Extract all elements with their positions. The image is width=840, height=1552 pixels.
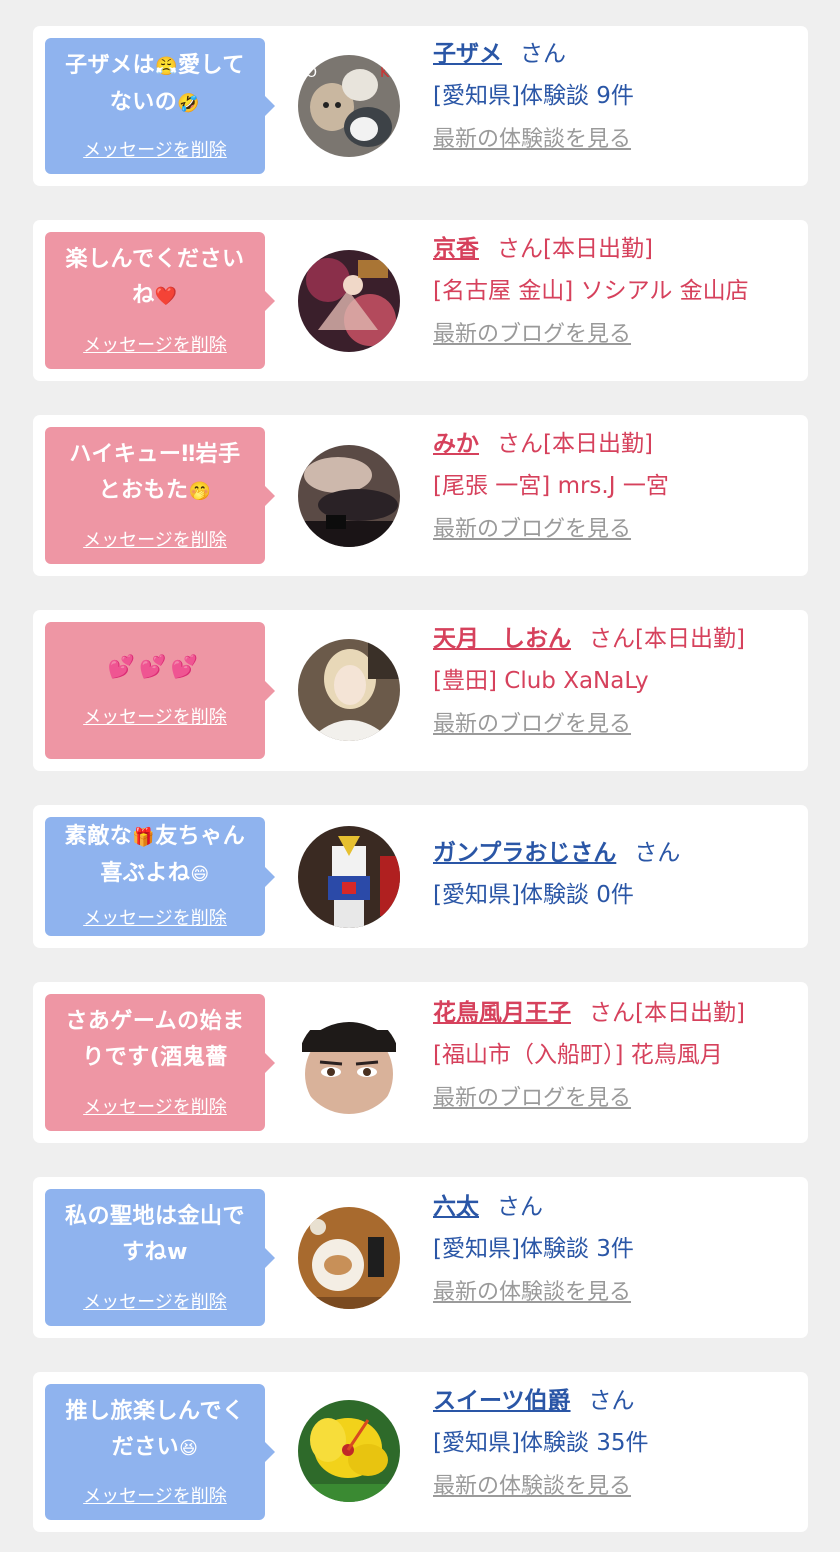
user-info: 花鳥風月王子 さん[本日出勤] [福山市（入船町）] 花鳥風月 最新のブログを見る <box>433 993 800 1121</box>
user-info: ガンプラおじさん さん [愛知県]体験談 0件 <box>433 833 800 917</box>
honorific: さん <box>497 236 543 262</box>
message-bubble: 推し旅楽しんでく ださい😆 メッセージを削除 <box>45 1384 275 1520</box>
message-card: 私の聖地は金山で すねw メッセージを削除 六太 さん [愛知県]体験談 3件 最… <box>33 1177 808 1338</box>
user-name-link[interactable]: 天月 しおん <box>433 626 571 652</box>
status-badge: [本日出勤] <box>543 431 653 457</box>
user-detail: [愛知県]体験談 35件 <box>433 1430 649 1456</box>
latest-link[interactable]: 最新のブログを見る <box>433 508 800 552</box>
honorific: さん <box>589 626 635 652</box>
message-bubble: 私の聖地は金山で すねw メッセージを削除 <box>45 1189 275 1326</box>
message-text: 楽しんでください ね❤️ <box>65 247 245 308</box>
user-name-link[interactable]: 花鳥風月王子 <box>433 1000 571 1026</box>
message-bubble: 素敵な🎁友ちゃん 喜ぶよね😄 メッセージを削除 <box>45 817 275 936</box>
user-detail: [豊田] Club XaNaLy <box>433 668 649 694</box>
latest-link[interactable]: 最新のブログを見る <box>433 313 800 357</box>
user-info: 六太 さん [愛知県]体験談 3件 最新の体験談を見る <box>433 1187 800 1315</box>
svg-text:O: O <box>306 65 317 81</box>
avatar[interactable] <box>298 639 400 741</box>
user-info: スイーツ伯爵 さん [愛知県]体験談 35件 最新の体験談を見る <box>433 1381 800 1509</box>
latest-link[interactable]: 最新の体験談を見る <box>433 1271 800 1315</box>
user-name-link[interactable]: 京香 <box>433 236 479 262</box>
user-info: 京香 さん[本日出勤] [名古屋 金山] ソシアル 金山店 最新のブログを見る <box>433 229 800 357</box>
status-badge: [本日出勤] <box>543 236 653 262</box>
message-bubble: 子ザメは😤愛して ないの🤣 メッセージを削除 <box>45 38 275 174</box>
emoji: 🤭 <box>188 481 212 502</box>
message-text: ハイキュー‼岩手 とおもた🤭 <box>69 442 241 503</box>
avatar[interactable] <box>298 826 400 928</box>
delete-message-link[interactable]: メッセージを削除 <box>45 703 265 729</box>
user-detail: [名古屋 金山] ソシアル 金山店 <box>433 278 749 304</box>
delete-message-link[interactable]: メッセージを削除 <box>45 331 265 357</box>
message-text: 推し旅楽しんでく ださい😆 <box>65 1399 245 1460</box>
latest-link[interactable]: 最新のブログを見る <box>433 1077 800 1121</box>
user-detail: [尾張 一宮] mrs.J 一宮 <box>433 473 669 499</box>
delete-message-link[interactable]: メッセージを削除 <box>45 1288 265 1314</box>
delete-message-link[interactable]: メッセージを削除 <box>45 136 265 162</box>
avatar[interactable] <box>298 1012 400 1114</box>
emoji: 🎁 <box>132 827 156 848</box>
message-text: 子ザメは😤愛して ないの🤣 <box>65 53 245 115</box>
message-card: ハイキュー‼岩手 とおもた🤭 メッセージを削除 みか さん[本日出勤] [尾張 一… <box>33 415 808 576</box>
user-name-link[interactable]: 六太 <box>433 1194 479 1220</box>
message-text: 💕💕💕 <box>53 632 257 686</box>
user-name-link[interactable]: 子ザメ <box>433 41 502 67</box>
honorific: さん <box>589 1000 635 1026</box>
delete-message-link[interactable]: メッセージを削除 <box>45 1482 265 1508</box>
message-bubble: ハイキュー‼岩手 とおもた🤭 メッセージを削除 <box>45 427 275 564</box>
message-card: さあゲームの始ま りです(酒鬼薔 メッセージを削除 花鳥風月王子 さん[本日出勤]… <box>33 982 808 1143</box>
honorific: さん <box>497 1194 543 1220</box>
user-name-link[interactable]: スイーツ伯爵 <box>433 1388 571 1414</box>
message-bubble: さあゲームの始ま りです(酒鬼薔 メッセージを削除 <box>45 994 275 1131</box>
emoji: 😄 <box>190 864 210 885</box>
delete-message-link[interactable]: メッセージを削除 <box>45 1093 265 1119</box>
user-info: 天月 しおん さん[本日出勤] [豊田] Club XaNaLy 最新のブログを見… <box>433 619 800 747</box>
status-badge: [本日出勤] <box>635 626 745 652</box>
message-text: さあゲームの始ま りです(酒鬼薔 <box>65 1009 245 1070</box>
message-bubble: 💕💕💕 メッセージを削除 <box>45 622 275 759</box>
message-card: 推し旅楽しんでく ださい😆 メッセージを削除 スイーツ伯爵 さん [愛知県]体験談… <box>33 1372 808 1532</box>
emoji: 😤 <box>155 56 179 77</box>
latest-link[interactable]: 最新の体験談を見る <box>433 1465 800 1509</box>
message-card: 子ザメは😤愛して ないの🤣 メッセージを削除 O K 子ザメ さん [愛知県]体験… <box>33 26 808 186</box>
message-list: 子ザメは😤愛して ないの🤣 メッセージを削除 O K 子ザメ さん [愛知県]体験… <box>0 0 840 1552</box>
user-detail: [愛知県]体験談 9件 <box>433 83 634 109</box>
honorific: さん <box>588 1388 635 1414</box>
user-detail: [愛知県]体験談 0件 <box>433 882 634 908</box>
message-card: 楽しんでください ね❤️ メッセージを削除 京香 さん[本日出勤] [名古屋 金山… <box>33 220 808 381</box>
honorific: さん <box>634 840 681 866</box>
latest-link[interactable]: 最新のブログを見る <box>433 703 800 747</box>
honorific: さん <box>520 41 566 67</box>
svg-text:K: K <box>380 65 390 81</box>
avatar[interactable] <box>298 1207 400 1309</box>
user-name-link[interactable]: みか <box>433 431 479 457</box>
user-info: 子ザメ さん [愛知県]体験談 9件 最新の体験談を見る <box>433 34 800 162</box>
user-detail: [福山市（入船町）] 花鳥風月 <box>433 1042 723 1068</box>
user-detail: [愛知県]体験談 3件 <box>433 1236 634 1262</box>
emoji: 🤣 <box>177 93 201 114</box>
avatar[interactable] <box>298 250 400 352</box>
avatar[interactable] <box>298 445 400 547</box>
latest-link[interactable]: 最新の体験談を見る <box>433 118 800 162</box>
message-card: 💕💕💕 メッセージを削除 天月 しおん さん[本日出勤] [豊田] Club Xa… <box>33 610 808 771</box>
hearts-emoji: 💕💕💕 <box>107 655 203 680</box>
user-name-link[interactable]: ガンプラおじさん <box>433 840 616 866</box>
message-text: 私の聖地は金山で すねw <box>64 1204 245 1265</box>
message-bubble: 楽しんでください ね❤️ メッセージを削除 <box>45 232 275 369</box>
status-badge: [本日出勤] <box>635 1000 745 1026</box>
avatar[interactable]: O K <box>298 55 400 157</box>
emoji: 😆 <box>179 1438 199 1459</box>
avatar[interactable] <box>298 1400 400 1502</box>
message-card: 素敵な🎁友ちゃん 喜ぶよね😄 メッセージを削除 ガンプラおじさん さん [愛知県]… <box>33 805 808 948</box>
message-text: 素敵な🎁友ちゃん 喜ぶよね😄 <box>64 824 246 886</box>
emoji: ❤️ <box>154 286 178 307</box>
delete-message-link[interactable]: メッセージを削除 <box>45 904 265 930</box>
user-info: みか さん[本日出勤] [尾張 一宮] mrs.J 一宮 最新のブログを見る <box>433 424 800 552</box>
delete-message-link[interactable]: メッセージを削除 <box>45 526 265 552</box>
honorific: さん <box>497 431 543 457</box>
